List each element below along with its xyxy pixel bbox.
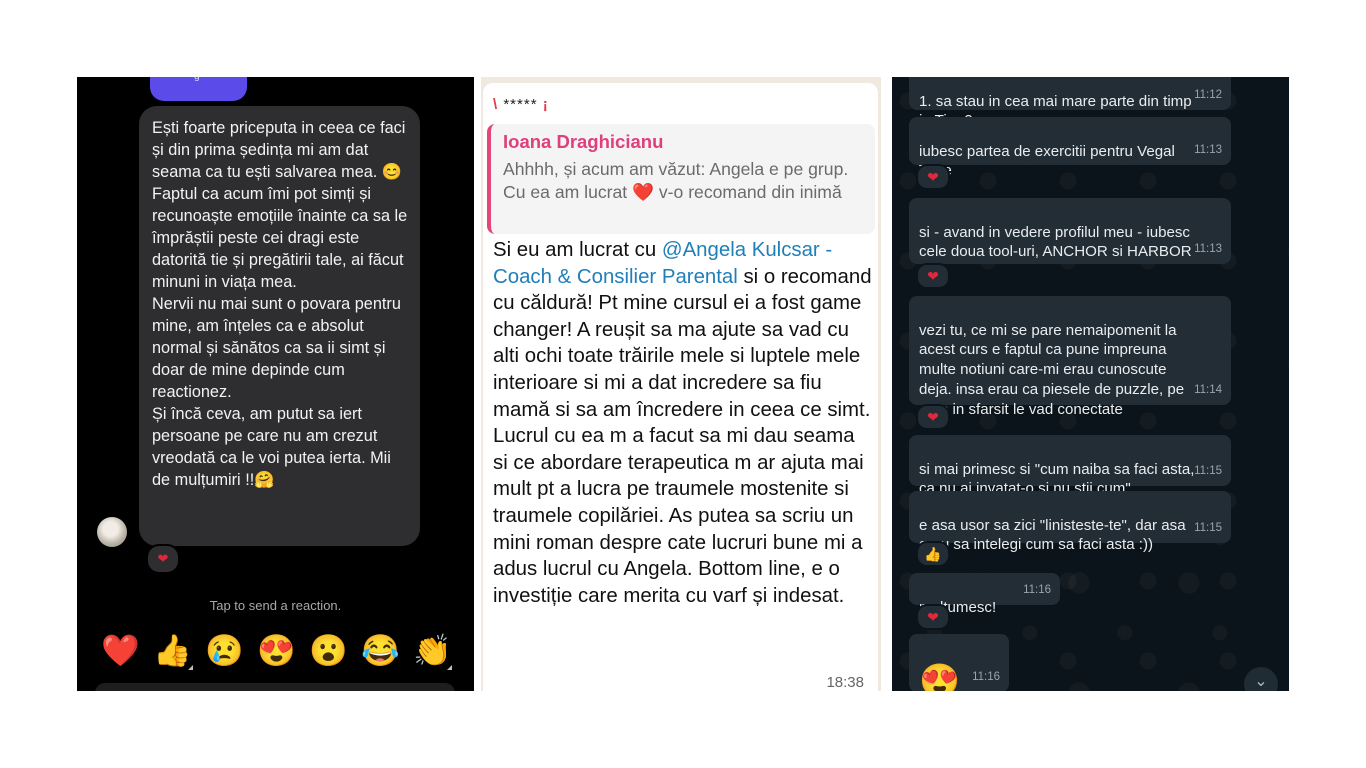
crying-reaction-option[interactable]: 😢 (205, 632, 244, 670)
message-time: 11:13 (1194, 243, 1222, 256)
clapping-reaction-option[interactable]: 👏 (413, 632, 452, 670)
whatsapp-light-screenshot: \ ***** ¡ Ioana Draghicianu Ahhhh, și ac… (481, 77, 881, 691)
message-text: Si eu am lucrat cu (493, 239, 662, 261)
sender-mark: ¡ (542, 96, 549, 113)
message-text: si - avand in vedere profilul meu - iube… (919, 223, 1192, 261)
whatsapp-dark-screenshot: 1. sa stau in cea mai mare parte din tim… (892, 77, 1289, 691)
heart-reaction-badge[interactable]: ❤ (916, 263, 950, 289)
chat-message[interactable]: si mai primesc si "cum naiba sa faci ast… (909, 435, 1231, 497)
heart-eyes-emoji: 😍 (919, 661, 961, 691)
message-time: 11:16 (972, 671, 1000, 684)
message-composer[interactable] (95, 683, 455, 691)
chat-message[interactable]: iubesc partea de exercitii pentru Vegal … (909, 117, 1231, 179)
previous-message-text: g (194, 77, 200, 82)
laughing-reaction-option[interactable]: 😂 (361, 632, 400, 670)
message-time: 11:16 (1023, 584, 1051, 597)
reaction-picker: ❤️ 👍 😢 😍 😮 😂 👏 (101, 632, 456, 672)
chat-message[interactable]: 1. sa stau in cea mai mare parte din tim… (909, 77, 1231, 129)
message-time: 11:12 (1194, 89, 1222, 102)
chat-message[interactable]: e asa usor sa zici "linisteste-te", dar … (909, 491, 1231, 553)
heart-reaction-badge[interactable]: ❤ (916, 604, 950, 630)
thumbs-up-reaction-badge[interactable]: 👍 (916, 541, 950, 567)
quoted-text: Ahhhh, și acum am văzut: Angela e pe gru… (503, 159, 849, 202)
reaction-hint: Tap to send a reaction. (209, 598, 342, 613)
sender-mark: \ (493, 96, 499, 113)
message-time: 11:15 (1194, 522, 1222, 535)
message-text: vezi tu, ce mi se pare nemaipomenit la a… (919, 321, 1185, 418)
message-time: 11:14 (1194, 384, 1222, 397)
chat-message[interactable]: multumesc! 11:16 (909, 573, 1060, 616)
message-time: 11:15 (1194, 465, 1222, 478)
previous-message-bubble: g (150, 77, 247, 101)
more-variants-icon (188, 665, 193, 670)
more-variants-icon (447, 665, 452, 670)
chat-message[interactable]: 😍 11:16 (909, 634, 1009, 691)
chat-message[interactable]: vezi tu, ce mi se pare nemaipomenit la a… (909, 296, 1231, 418)
avatar[interactable] (97, 517, 127, 547)
quoted-author: Ioana Draghicianu (503, 131, 664, 152)
thumbs-up-reaction-option[interactable]: 👍 (153, 632, 192, 670)
message-time: 18:38 (826, 674, 864, 691)
messenger-screenshot: g Ești foarte priceputa in ceea ce faci … (77, 77, 474, 691)
message-text: e asa usor sa zici "linisteste-te", dar … (919, 516, 1186, 554)
message-body: Si eu am lucrat cu @Angela Kulcsar - Coa… (493, 237, 873, 609)
message-text: si o recomand cu căldură! Pt mine cursul… (493, 265, 872, 607)
sender-header: \ ***** ¡ (493, 96, 549, 113)
heart-reaction-badge[interactable]: ❤ (916, 164, 950, 190)
wow-reaction-option[interactable]: 😮 (309, 632, 348, 670)
message-time: 11:13 (1194, 144, 1222, 157)
sender-name-masked: ***** (503, 96, 538, 113)
heart-reaction-option[interactable]: ❤️ (101, 632, 140, 670)
quoted-message[interactable]: Ioana Draghicianu Ahhhh, și acum am văzu… (487, 124, 875, 234)
testimonial-message[interactable]: Ești foarte priceputa in ceea ce faci și… (139, 106, 420, 546)
heart-eyes-reaction-option[interactable]: 😍 (257, 632, 296, 670)
heart-reaction-badge[interactable]: ❤ (146, 544, 180, 574)
chat-message[interactable]: si - avand in vedere profilul meu - iube… (909, 198, 1231, 264)
message-bubble[interactable]: \ ***** ¡ Ioana Draghicianu Ahhhh, și ac… (483, 83, 878, 691)
heart-reaction-badge[interactable]: ❤ (916, 404, 950, 430)
